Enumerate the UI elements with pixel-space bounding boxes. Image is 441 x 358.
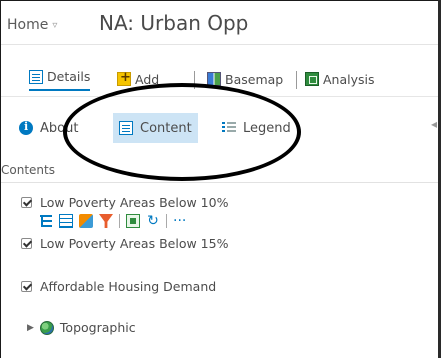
- layer-name: Topographic: [59, 320, 136, 335]
- change-style-icon[interactable]: [79, 214, 93, 228]
- basemap-layer-item[interactable]: ▶ Topographic: [27, 320, 136, 335]
- add-label: Add: [135, 71, 160, 87]
- details-icon: [29, 69, 43, 84]
- analysis-button[interactable]: Analysis: [305, 67, 375, 91]
- tab-about[interactable]: About: [13, 113, 84, 143]
- tools-divider: [119, 214, 120, 228]
- collapse-panel-icon[interactable]: ◂: [431, 117, 437, 131]
- toolbar-divider: [194, 71, 195, 89]
- tab-content[interactable]: Content: [113, 113, 198, 143]
- globe-icon: [39, 320, 54, 335]
- layer-item[interactable]: Low Poverty Areas Below 15%: [21, 236, 228, 251]
- main-toolbar: Details Add Basemap Analysis: [1, 59, 439, 97]
- tab-about-label: About: [40, 120, 79, 136]
- table-icon[interactable]: [59, 214, 73, 228]
- analysis-label: Analysis: [323, 71, 375, 87]
- layer-item[interactable]: Low Poverty Areas Below 10%: [21, 195, 228, 210]
- analysis-tool-icon[interactable]: [126, 214, 140, 228]
- basemap-icon: [207, 72, 221, 86]
- analysis-icon: [305, 72, 319, 86]
- layer-tools: ↻ ···: [39, 213, 186, 229]
- legend-icon: [222, 121, 236, 135]
- chevron-down-icon: ▿: [52, 19, 58, 31]
- basemap-label: Basemap: [225, 71, 284, 87]
- section-divider: [1, 182, 439, 183]
- filter-icon[interactable]: [99, 214, 113, 228]
- layer-item[interactable]: Affordable Housing Demand: [21, 279, 216, 294]
- map-title: NA: Urban Opp: [99, 11, 249, 35]
- home-menu[interactable]: Home ▿: [7, 17, 57, 33]
- header-bar: Home ▿ NA: Urban Opp: [1, 1, 439, 45]
- expand-arrow-icon[interactable]: ▶: [27, 323, 34, 333]
- panel-tabs: About Content Legend: [1, 113, 439, 143]
- tools-divider: [166, 214, 167, 228]
- layer-checkbox[interactable]: [21, 281, 32, 292]
- tab-content-label: Content: [140, 120, 192, 136]
- layer-name: Affordable Housing Demand: [40, 279, 217, 294]
- layer-name: Low Poverty Areas Below 15%: [40, 236, 229, 251]
- add-button[interactable]: Add: [117, 67, 159, 91]
- basemap-button[interactable]: Basemap: [207, 67, 283, 91]
- tab-legend[interactable]: Legend: [216, 113, 297, 143]
- details-button[interactable]: Details: [29, 67, 91, 91]
- layer-checkbox[interactable]: [21, 238, 32, 249]
- info-icon: [19, 120, 33, 135]
- map-viewer-window: Home ▿ NA: Urban Opp Details Add Basemap…: [0, 0, 440, 358]
- content-icon: [119, 121, 133, 135]
- tab-legend-label: Legend: [243, 120, 291, 136]
- add-icon: [117, 70, 131, 86]
- toolbar-divider: [296, 71, 297, 89]
- details-label: Details: [47, 69, 91, 84]
- section-label: Contents: [1, 163, 55, 177]
- refresh-icon[interactable]: ↻: [146, 214, 160, 228]
- more-options-icon[interactable]: ···: [173, 214, 186, 228]
- legend-toggle-icon[interactable]: [39, 214, 53, 228]
- home-label: Home: [7, 17, 49, 33]
- layer-name: Low Poverty Areas Below 10%: [40, 195, 229, 210]
- layer-checkbox[interactable]: [21, 197, 32, 208]
